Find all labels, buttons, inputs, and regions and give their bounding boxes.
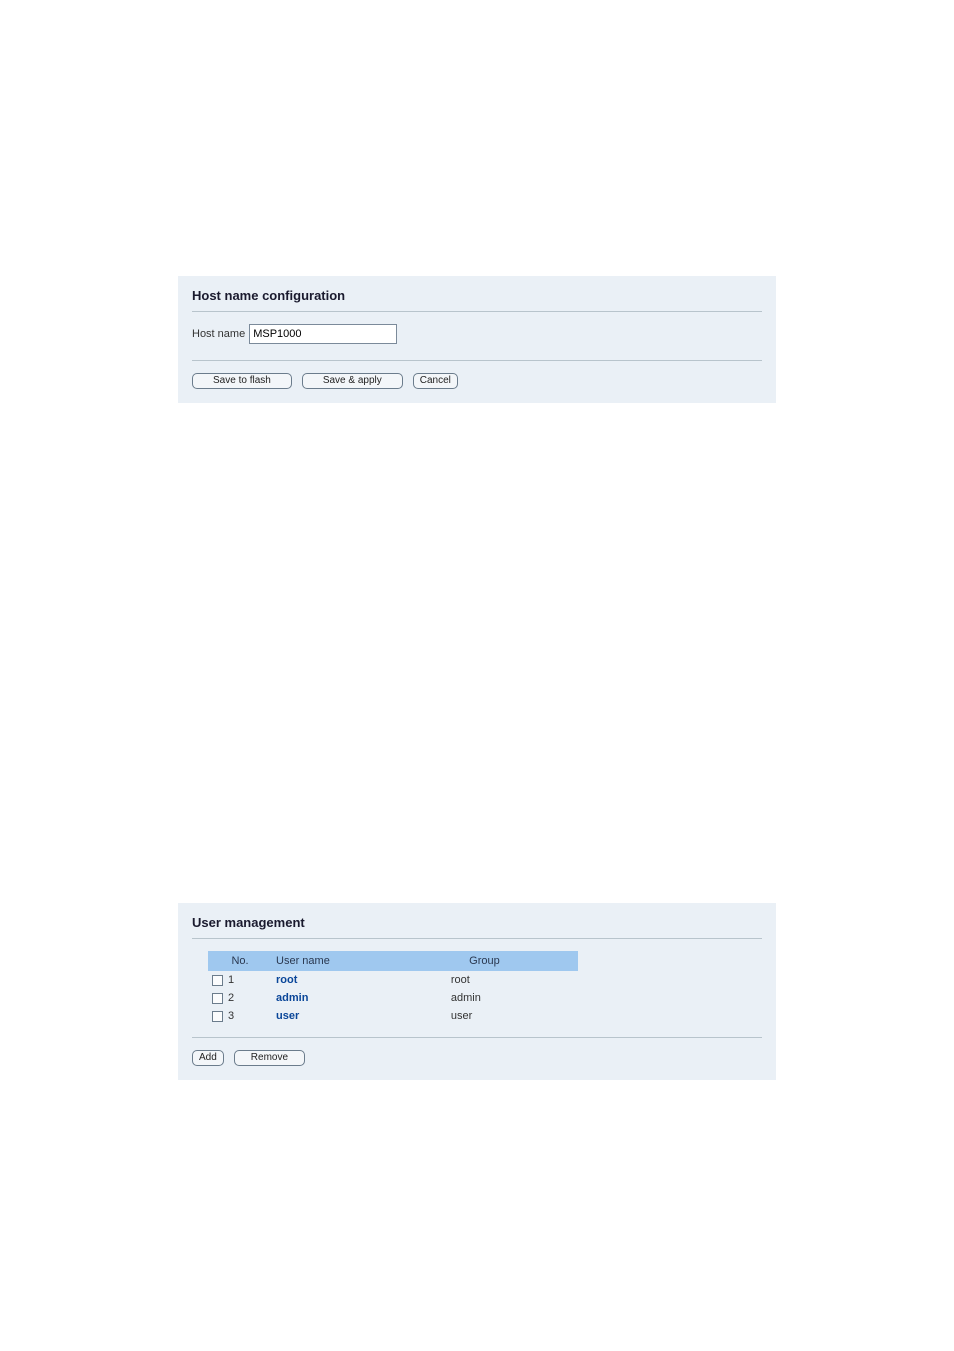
divider (192, 311, 762, 312)
save-and-apply-button[interactable]: Save & apply (302, 373, 403, 389)
user-table: No. User name Group 1 root root (208, 951, 578, 1025)
cancel-button[interactable]: Cancel (413, 373, 458, 389)
row-number: 2 (228, 992, 234, 1004)
user-name-link[interactable]: user (276, 1010, 299, 1022)
remove-button[interactable]: Remove (234, 1050, 305, 1066)
row-checkbox[interactable] (212, 993, 223, 1004)
user-management-panel: User management No. User name Group 1 (178, 903, 776, 1080)
user-mgmt-button-row: Add Remove (192, 1050, 762, 1066)
host-name-input[interactable] (249, 324, 397, 344)
table-row: 3 user user (208, 1007, 578, 1025)
col-header-group: Group (391, 951, 578, 971)
user-management-title: User management (192, 913, 762, 936)
save-to-flash-button[interactable]: Save to flash (192, 373, 292, 389)
host-name-row: Host name (192, 324, 762, 344)
row-checkbox[interactable] (212, 1011, 223, 1022)
table-row: 1 root root (208, 971, 578, 989)
row-number: 3 (228, 1010, 234, 1022)
col-header-user: User name (272, 951, 391, 971)
row-number: 1 (228, 974, 234, 986)
user-name-link[interactable]: root (276, 974, 297, 986)
group-cell: admin (391, 989, 578, 1007)
col-header-no: No. (208, 951, 272, 971)
host-name-label: Host name (192, 328, 245, 340)
add-button[interactable]: Add (192, 1050, 224, 1066)
divider (192, 938, 762, 939)
divider (192, 360, 762, 361)
host-name-config-title: Host name configuration (192, 286, 762, 309)
user-name-link[interactable]: admin (276, 992, 308, 1004)
divider (192, 1037, 762, 1038)
host-name-config-panel: Host name configuration Host name Save t… (178, 276, 776, 403)
user-table-header-row: No. User name Group (208, 951, 578, 971)
group-cell: root (391, 971, 578, 989)
host-config-button-row: Save to flash Save & apply Cancel (192, 373, 762, 389)
table-row: 2 admin admin (208, 989, 578, 1007)
row-checkbox[interactable] (212, 975, 223, 986)
group-cell: user (391, 1007, 578, 1025)
